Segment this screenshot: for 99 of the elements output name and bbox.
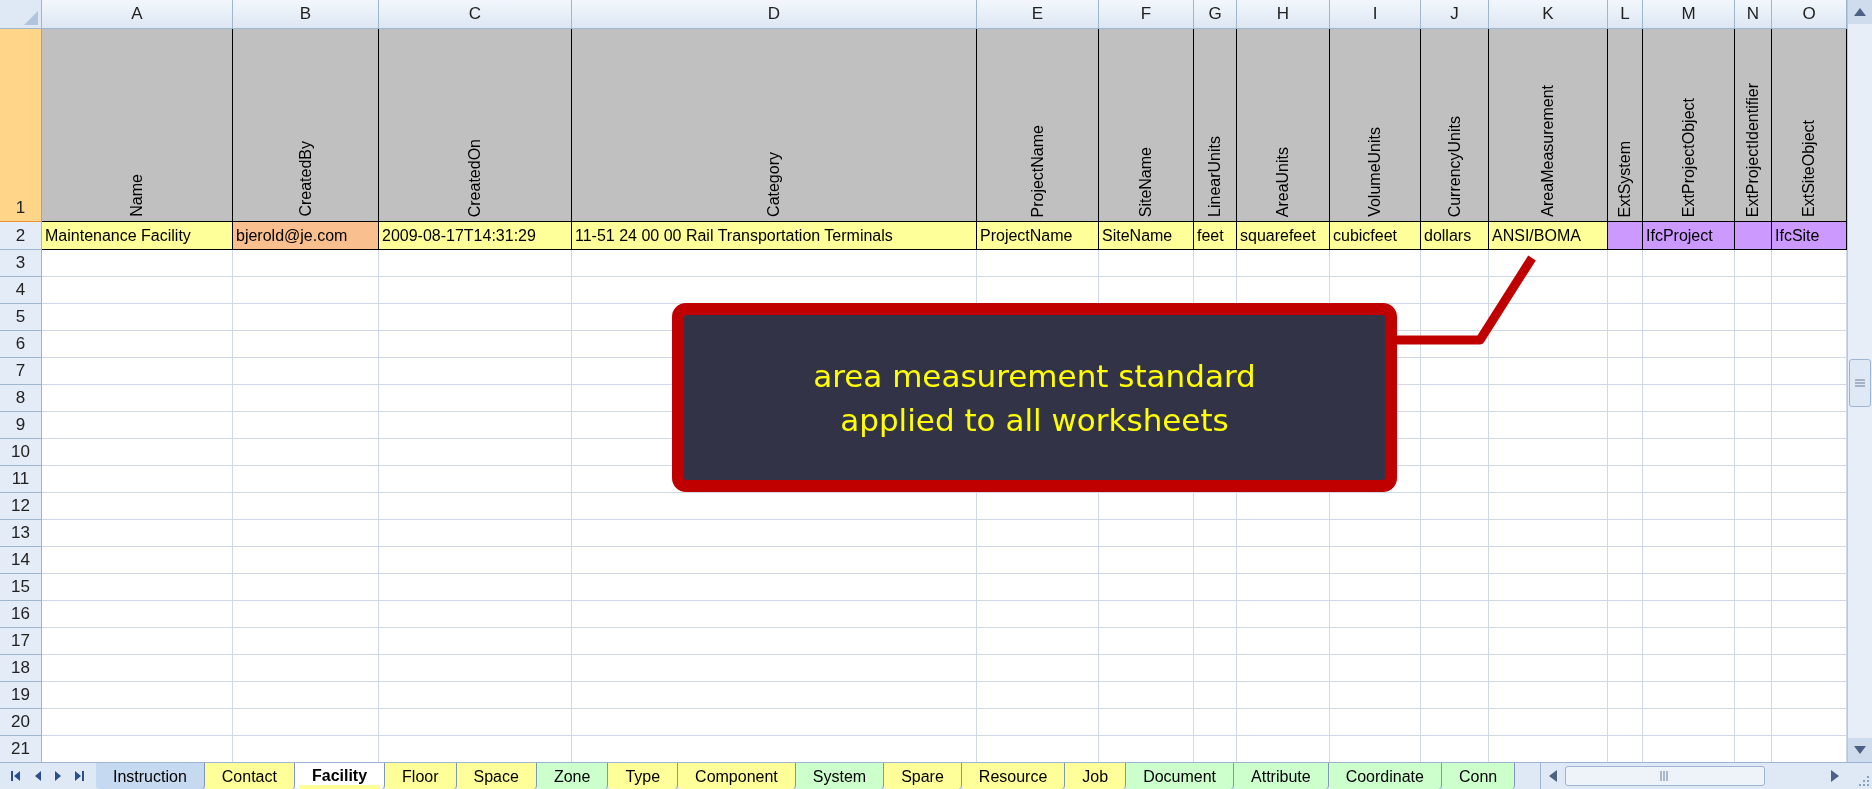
sheet-tab[interactable]: Floor <box>385 763 457 789</box>
sheet-tab[interactable]: Instruction <box>96 763 205 789</box>
row-header[interactable]: 11 <box>0 466 42 493</box>
row-header[interactable]: 20 <box>0 709 42 736</box>
row-header[interactable]: 1 <box>0 29 42 222</box>
column-title: Name <box>127 174 146 217</box>
row-header[interactable]: 7 <box>0 358 42 385</box>
row-header[interactable]: 8 <box>0 385 42 412</box>
sheet-tab[interactable]: Facility <box>294 763 386 789</box>
table-cell[interactable] <box>1608 222 1643 250</box>
table-cell[interactable]: feet <box>1194 222 1237 250</box>
table-cell[interactable]: cubicfeet <box>1330 222 1421 250</box>
row-header[interactable]: 9 <box>0 412 42 439</box>
column-title: ProjectName <box>1027 124 1047 217</box>
row-header[interactable]: 13 <box>0 520 42 547</box>
row-header[interactable]: 14 <box>0 547 42 574</box>
last-sheet-icon[interactable] <box>75 770 86 782</box>
previous-sheet-icon[interactable] <box>34 770 42 782</box>
scroll-thumb[interactable] <box>1849 359 1871 407</box>
row-header[interactable]: 16 <box>0 601 42 628</box>
grip-icon <box>1660 771 1670 781</box>
table-cell[interactable]: Maintenance Facility <box>42 222 233 250</box>
column-header[interactable]: O <box>1772 0 1847 29</box>
column-header[interactable]: N <box>1735 0 1772 29</box>
column-title: LinearUnits <box>1205 136 1224 217</box>
row-header[interactable]: 18 <box>0 655 42 682</box>
column-title: CreatedBy <box>295 141 315 217</box>
column-title: ExtSystem <box>1615 140 1634 217</box>
column-title: CurrencyUnits <box>1444 115 1464 217</box>
sheet-tab[interactable]: Spare <box>884 763 962 789</box>
row-header[interactable]: 3 <box>0 250 42 277</box>
sheet-tab[interactable]: Resource <box>961 763 1066 789</box>
row-header[interactable]: 21 <box>0 736 42 762</box>
column-header[interactable]: L <box>1608 0 1643 29</box>
sheet-tab[interactable]: Document <box>1126 763 1235 789</box>
scroll-down-button[interactable] <box>1848 738 1872 762</box>
right-arrow-icon <box>1831 770 1839 782</box>
row-header[interactable]: 15 <box>0 574 42 601</box>
scroll-up-button[interactable] <box>1848 0 1872 24</box>
horizontal-scroll-thumb[interactable] <box>1565 766 1765 786</box>
column-header[interactable]: F <box>1099 0 1194 29</box>
sheet-tab[interactable]: Component <box>678 763 796 789</box>
column-title: AreaUnits <box>1273 146 1292 217</box>
column-header[interactable]: J <box>1421 0 1489 29</box>
up-arrow-icon <box>1854 8 1866 16</box>
sheet-tab[interactable]: Type <box>608 763 679 789</box>
row-header[interactable]: 4 <box>0 277 42 304</box>
column-header[interactable]: K <box>1489 0 1608 29</box>
sheet-tab[interactable]: Conn <box>1441 763 1516 789</box>
row-header[interactable]: 2 <box>0 222 42 250</box>
callout-text: area measurement standard applied to all worksheets <box>813 356 1256 440</box>
table-cell[interactable]: IfcProject <box>1643 222 1735 250</box>
sheet-tab[interactable]: Attribute <box>1234 763 1329 789</box>
column-header[interactable]: E <box>977 0 1099 29</box>
sheet-tab[interactable]: Job <box>1065 763 1127 789</box>
resize-grip-icon[interactable] <box>1858 775 1870 787</box>
sheet-tab[interactable]: System <box>795 763 885 789</box>
column-header[interactable]: A <box>42 0 233 29</box>
column-title: ExtProjectObject <box>1678 97 1698 217</box>
table-cell[interactable]: 2009-08-17T14:31:29 <box>379 222 572 250</box>
column-header[interactable]: B <box>233 0 379 29</box>
column-header[interactable]: H <box>1237 0 1330 29</box>
column-title: Category <box>764 152 783 217</box>
row-header[interactable]: 5 <box>0 304 42 331</box>
row-header[interactable]: 19 <box>0 682 42 709</box>
column-title: ExtSiteObject <box>1799 120 1818 217</box>
column-title: CreatedOn <box>465 138 484 217</box>
left-arrow-icon <box>1549 770 1557 782</box>
sheet-tab[interactable]: Contact <box>204 763 295 789</box>
table-cell[interactable]: squarefeet <box>1237 222 1330 250</box>
column-header[interactable]: M <box>1643 0 1735 29</box>
table-cell[interactable]: ANSI/BOMA <box>1489 222 1608 250</box>
column-header[interactable]: I <box>1330 0 1421 29</box>
table-cell[interactable]: ProjectName <box>977 222 1099 250</box>
row-header[interactable]: 6 <box>0 331 42 358</box>
table-cell[interactable]: 11-51 24 00 00 Rail Transportation Terminals <box>572 222 977 250</box>
sheet-tab[interactable]: Zone <box>536 763 609 789</box>
column-header[interactable]: G <box>1194 0 1237 29</box>
row-header[interactable]: 17 <box>0 628 42 655</box>
table-cell[interactable]: IfcSite <box>1772 222 1847 250</box>
first-sheet-icon[interactable] <box>10 770 21 782</box>
sheet-tab[interactable]: Coordinate <box>1328 763 1442 789</box>
sheet-tab[interactable]: Space <box>456 763 537 789</box>
column-header[interactable]: D <box>572 0 977 29</box>
down-arrow-icon <box>1854 746 1866 754</box>
table-cell[interactable]: bjerold@je.com <box>233 222 379 250</box>
column-header[interactable]: C <box>379 0 572 29</box>
grip-icon <box>1855 379 1865 387</box>
table-cell[interactable]: SiteName <box>1099 222 1194 250</box>
column-title: AreaMeasurement <box>1538 85 1557 217</box>
next-sheet-icon[interactable] <box>54 770 62 782</box>
row-header[interactable]: 12 <box>0 493 42 520</box>
column-title: VolumeUnits <box>1365 127 1384 217</box>
row-header[interactable]: 10 <box>0 439 42 466</box>
column-title: ExtProjectIdentifier <box>1743 82 1762 217</box>
table-cell[interactable] <box>1735 222 1772 250</box>
select-all-icon[interactable] <box>24 11 38 25</box>
table-cell[interactable]: dollars <box>1421 222 1489 250</box>
column-title: SiteName <box>1136 146 1155 217</box>
